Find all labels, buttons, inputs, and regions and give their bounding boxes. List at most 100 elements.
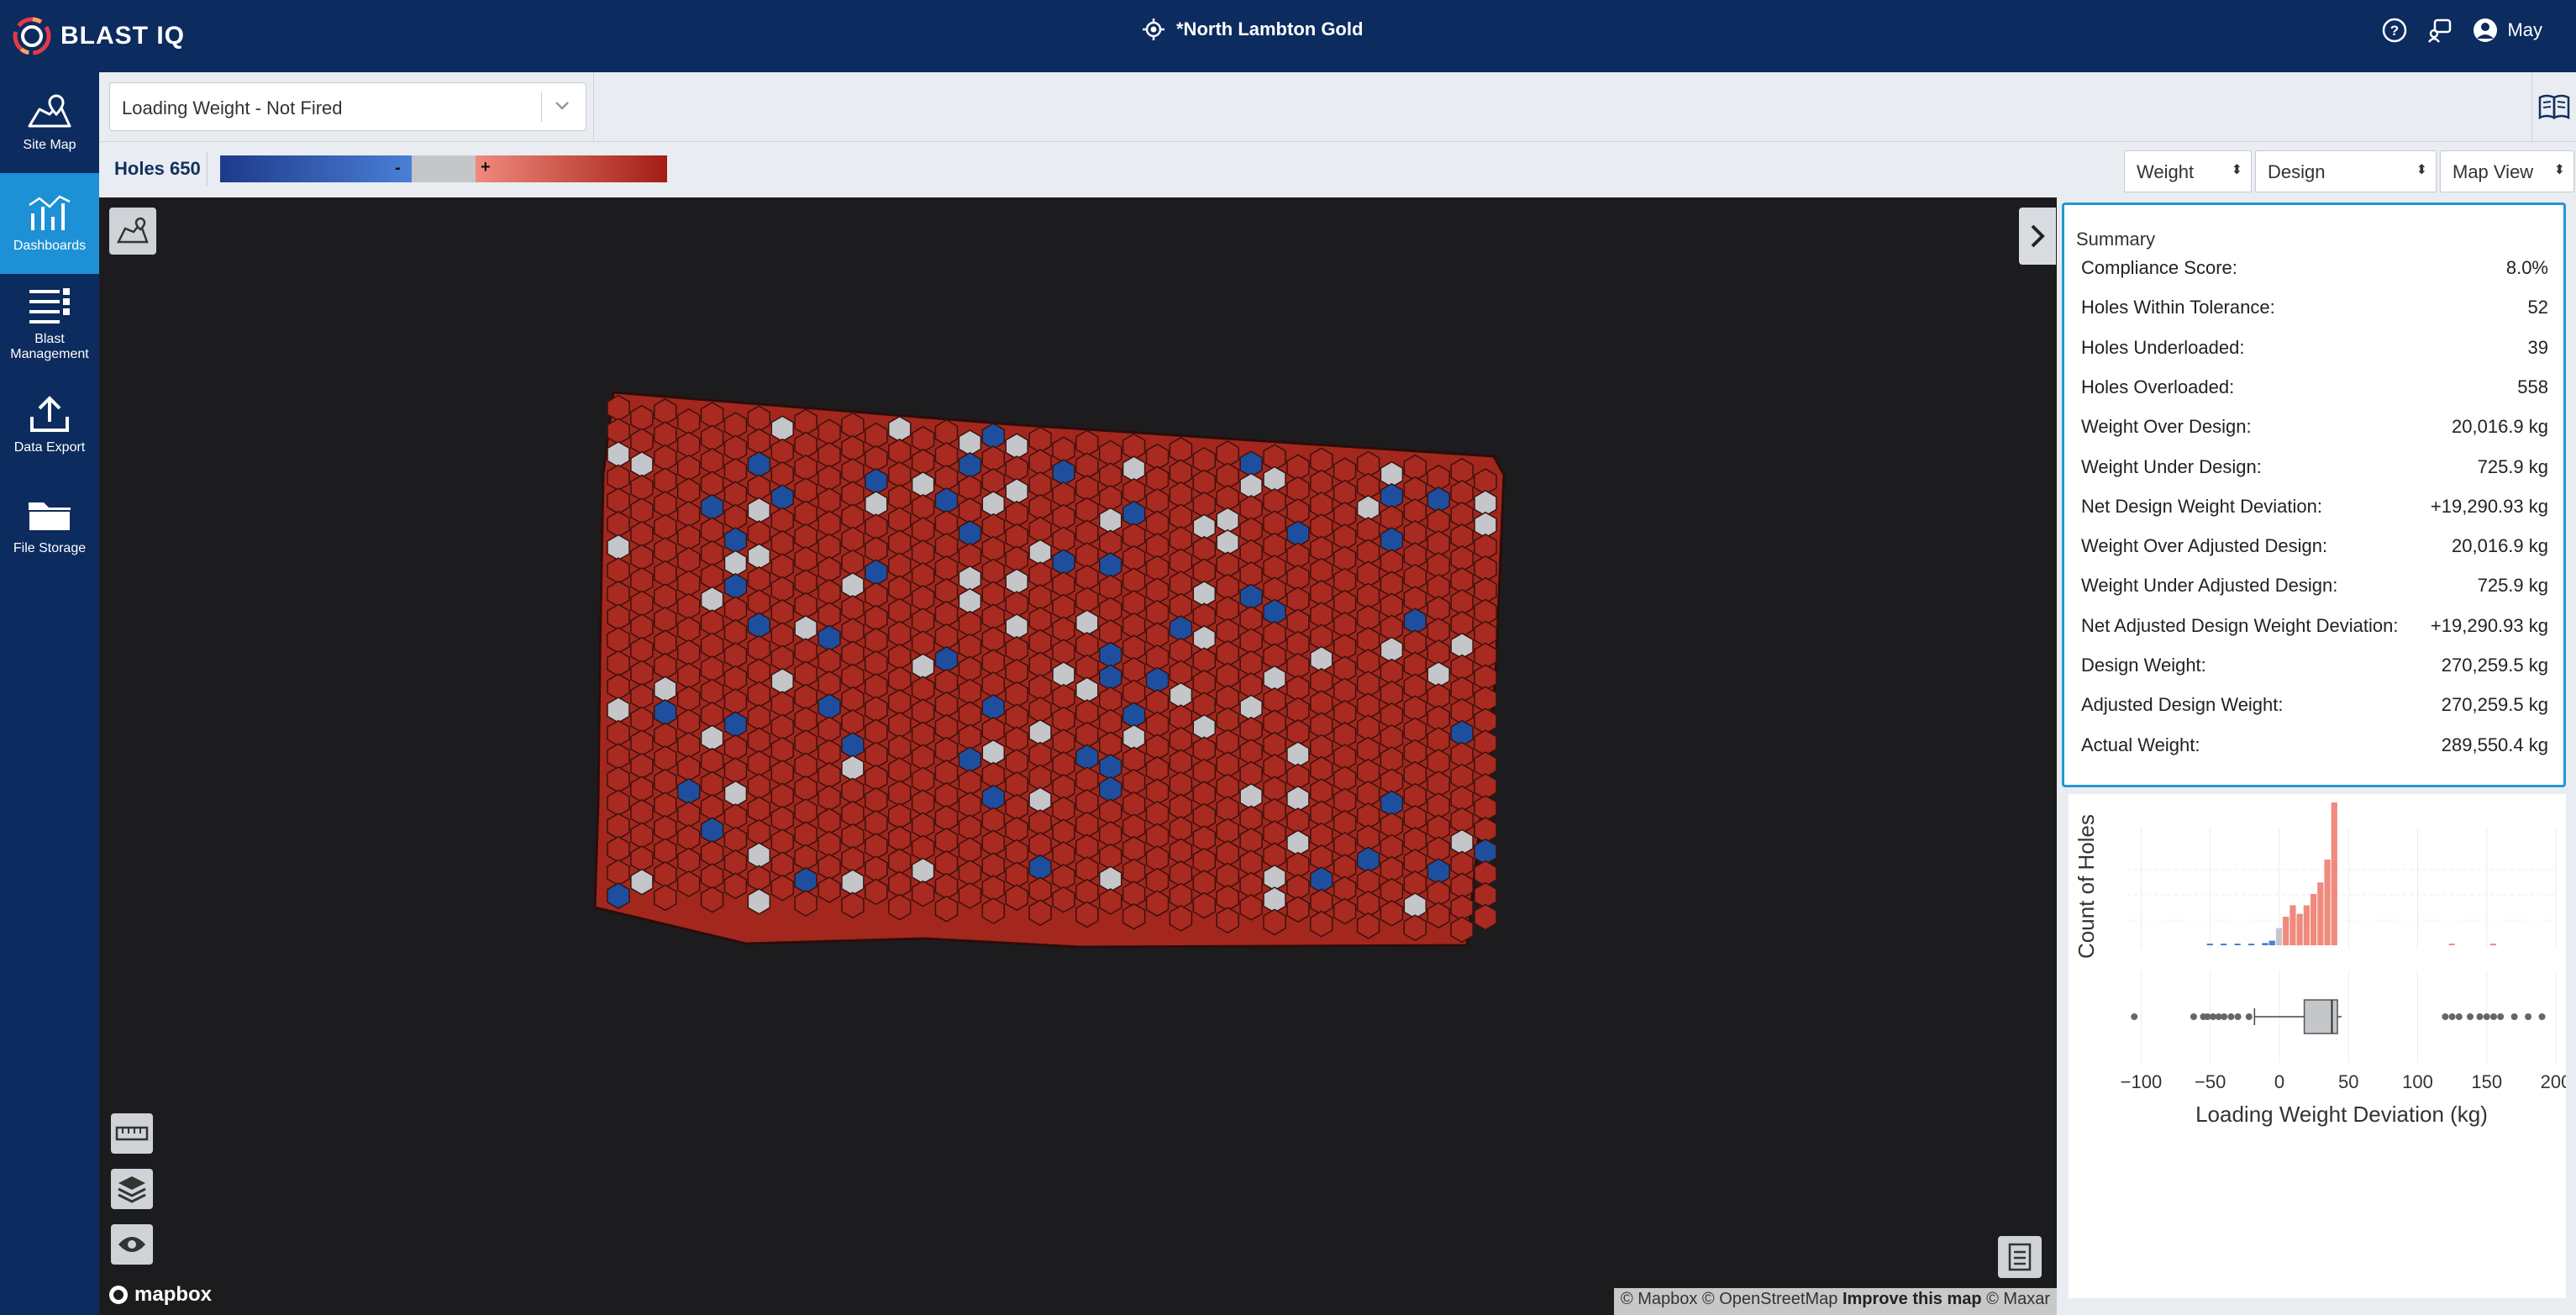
blast-hole[interactable] [1169,526,1193,553]
blast-hole[interactable] [1216,751,1239,778]
blast-hole[interactable] [981,558,1006,586]
blast-hole[interactable] [607,418,630,445]
blast-hole[interactable] [958,860,982,886]
blast-hole[interactable] [1216,729,1239,756]
blast-hole[interactable] [1052,683,1075,711]
blast-hole[interactable] [1005,455,1028,482]
blast-hole[interactable] [1192,781,1217,807]
blast-hole[interactable] [865,786,888,814]
layer-select[interactable]: Loading Weight - Not Fired [109,82,586,131]
blast-hole[interactable] [1075,766,1099,793]
blast-hole[interactable] [887,620,912,648]
blast-hole[interactable] [1052,796,1075,823]
blast-hole[interactable] [934,419,959,446]
blast-hole[interactable] [1239,783,1263,810]
blast-hole[interactable] [723,434,748,462]
visibility-button[interactable] [111,1224,153,1265]
blast-hole[interactable] [841,618,865,644]
blast-hole[interactable] [1192,825,1217,852]
blast-hole[interactable] [794,546,817,573]
blast-hole[interactable] [1216,618,1239,645]
blast-hole[interactable] [1028,629,1052,656]
blast-hole[interactable] [676,616,701,644]
blast-hole[interactable] [1192,624,1217,652]
blast-hole[interactable] [911,721,935,749]
blast-hole[interactable] [1216,462,1239,490]
blast-hole[interactable] [723,757,748,785]
blast-hole[interactable] [817,647,841,675]
legend-list-button[interactable] [1998,1236,2042,1278]
blast-hole[interactable] [676,570,701,597]
blast-hole[interactable] [981,626,1006,654]
blast-hole[interactable] [981,490,1006,518]
blast-hole[interactable] [911,880,935,907]
blast-hole[interactable] [865,581,888,609]
blast-hole[interactable] [1028,493,1052,521]
blast-hole[interactable] [865,604,888,632]
blast-hole[interactable] [1192,580,1217,608]
blast-hole[interactable] [1098,843,1122,871]
blast-hole[interactable] [911,766,935,794]
blast-hole[interactable] [865,741,888,769]
blast-hole[interactable] [1098,462,1122,490]
blast-hole[interactable] [1122,723,1146,751]
blast-hole[interactable] [654,792,677,818]
blast-hole[interactable] [1216,662,1239,690]
blast-hole[interactable] [747,634,771,662]
blast-hole[interactable] [1075,699,1099,726]
blast-hole[interactable] [1052,773,1075,801]
blast-hole[interactable] [934,487,959,514]
blast-hole[interactable] [770,644,794,672]
blast-hole[interactable] [630,567,654,594]
blast-hole[interactable] [794,614,817,642]
blast-hole[interactable] [958,701,982,729]
blast-hole[interactable] [630,497,654,524]
blast-hole[interactable] [1052,661,1075,688]
blast-hole[interactable] [1122,858,1146,886]
blast-hole[interactable] [1075,856,1099,883]
blast-hole[interactable] [1005,613,1028,640]
blast-hole[interactable] [1122,612,1146,639]
blast-hole[interactable] [1052,593,1075,621]
blast-hole[interactable] [911,744,935,771]
blast-hole[interactable] [1122,791,1146,818]
blast-hole[interactable] [865,513,888,540]
blast-hole[interactable] [700,771,724,798]
blast-hole[interactable] [1169,838,1193,865]
blast-hole[interactable] [841,755,865,782]
blast-hole[interactable] [700,655,724,682]
blast-hole[interactable] [841,708,865,736]
expand-panel-button[interactable] [2019,208,2056,265]
blast-hole[interactable] [1098,776,1122,803]
blast-hole[interactable] [1005,681,1028,708]
blast-hole[interactable] [1052,639,1075,666]
blast-hole[interactable] [1192,647,1217,675]
blast-hole[interactable] [934,781,959,809]
blast-hole[interactable] [1075,475,1099,502]
blast-hole[interactable] [794,707,817,734]
blast-hole[interactable] [817,739,841,766]
blast-hole[interactable] [1192,469,1217,497]
blast-hole[interactable] [817,876,841,903]
blast-hole[interactable] [654,676,677,703]
blast-hole[interactable] [1145,666,1170,694]
blast-hole[interactable] [1145,599,1170,627]
blast-hole[interactable] [770,667,794,695]
blast-hole[interactable] [607,487,630,515]
blast-hole[interactable] [1216,440,1239,467]
blast-hole[interactable] [630,706,654,734]
blast-hole[interactable] [1122,746,1146,774]
site-selector[interactable]: *North Lambton Gold [1143,18,1363,40]
blast-hole[interactable] [1169,459,1193,487]
blast-hole[interactable] [794,844,817,871]
blast-hole[interactable] [934,555,959,582]
blast-hole[interactable] [1263,908,1286,936]
blast-hole[interactable] [607,743,630,771]
blast-hole[interactable] [770,438,794,466]
blast-hole[interactable] [958,452,982,479]
maxar-attribution[interactable]: © Maxar [1986,1290,2050,1308]
blast-hole[interactable] [654,444,677,471]
blast-hole[interactable] [1192,513,1217,541]
blast-hole[interactable] [1216,640,1239,667]
blast-hole[interactable] [794,638,817,665]
